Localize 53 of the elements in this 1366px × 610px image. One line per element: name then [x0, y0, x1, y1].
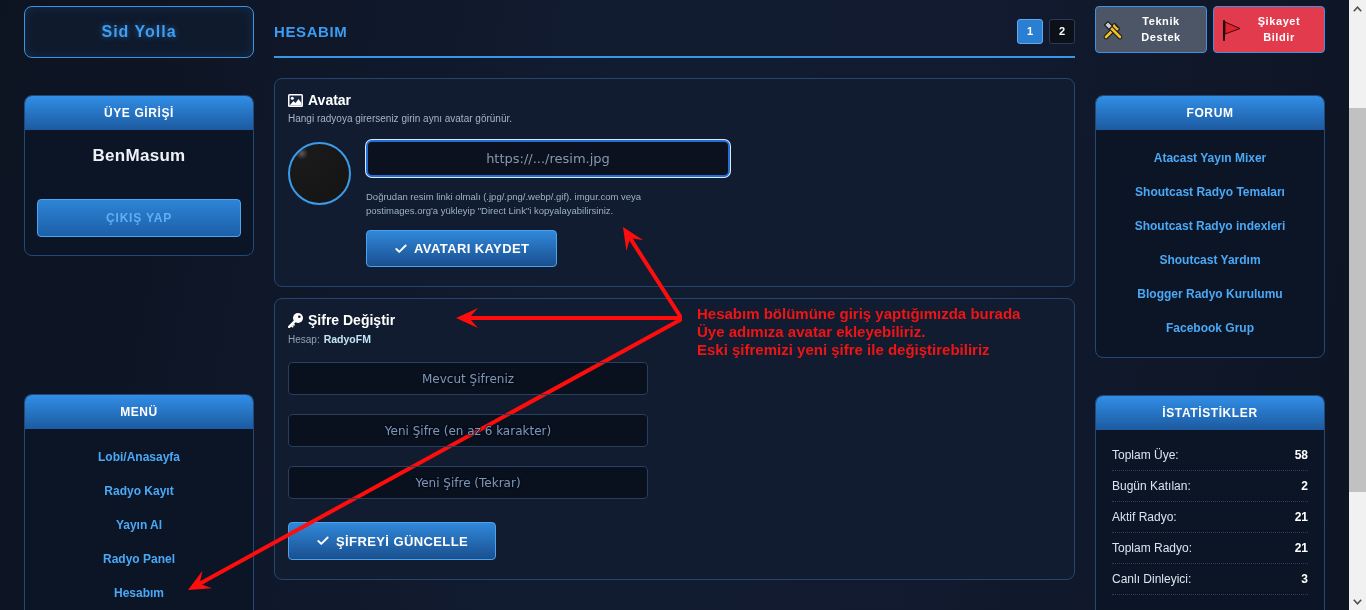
page-button[interactable]: 2	[1049, 18, 1075, 44]
stat-value: 3	[1301, 572, 1308, 586]
panel-header: İSTATİSTİKLER	[1096, 396, 1324, 430]
stat-value: 58	[1294, 448, 1308, 462]
support-button[interactable]: Teknik Destek	[1095, 6, 1207, 53]
forum-link[interactable]: Facebook Grup	[1166, 311, 1254, 345]
stat-label: Bugün Katılan:	[1112, 479, 1191, 493]
card-subtitle: Hangi radyoya girerseniz girin aynı avatar görünür.	[288, 112, 513, 125]
page-title: HESABIM	[274, 22, 348, 40]
card-title: Avatar	[308, 92, 352, 108]
account-name: RadyoFM	[323, 333, 371, 345]
chevron-up-icon[interactable]	[1353, 5, 1362, 12]
scrollbar-thumb[interactable]	[1349, 108, 1366, 492]
stat-label: Toplam Radyo:	[1112, 541, 1193, 555]
account-label: Hesap:	[288, 334, 320, 346]
save-avatar-button[interactable]: AVATARI KAYDET	[366, 230, 558, 267]
password-field[interactable]: Yeni Şifre (Tekrar)	[288, 466, 648, 499]
password-field[interactable]: Mevcut Şifreniz	[288, 362, 648, 395]
flag-icon	[1220, 18, 1242, 41]
stat-label: Toplam Üye:	[1112, 448, 1179, 462]
key-icon	[288, 312, 303, 328]
password-field[interactable]: Yeni Şifre (en az 6 karakter)	[288, 414, 648, 447]
page-button[interactable]: 1	[1017, 18, 1043, 44]
panel-header: ÜYE GİRİŞİ	[25, 96, 253, 130]
annotation-text: Hesabım bölümüne giriş yaptığımızda burada Üye adımıza avatar ekleyebiliriz. Eski şifremizi yeni şifre ile değiştirebiliriz	[697, 305, 1021, 359]
brand-logo[interactable]: Sid Yolla	[24, 6, 254, 58]
image-icon	[288, 93, 303, 107]
forum-link[interactable]: Blogger Radyo Kurulumu	[1137, 277, 1283, 311]
stat-value: 21	[1294, 541, 1308, 555]
stat-value: 2	[1301, 479, 1308, 493]
menu-link[interactable]: Lobi/Anasayfa	[98, 440, 180, 474]
panel-header: FORUM	[1096, 96, 1324, 130]
url-field[interactable]: https://.../resim.jpg	[366, 140, 730, 177]
stat-value: 21	[1294, 510, 1308, 524]
username: BenMasum	[92, 147, 186, 165]
stat-label: Aktif Radyo:	[1112, 510, 1177, 524]
menu-link[interactable]: Radyo Panel	[103, 542, 175, 576]
card-title: Şifre Değiştir	[308, 312, 396, 328]
report-button[interactable]: Şikayet Bildir	[1213, 6, 1325, 53]
check-icon	[316, 534, 330, 548]
help-text: Doğrudan resim linki olmalı (.jpg/.png/.webp/.gif). imgur.com veya postimages.org'a yükleyip "Direct Link"i kopyalayabilirsiniz.	[366, 190, 643, 218]
forum-link[interactable]: Atacast Yayın Mixer	[1153, 141, 1267, 175]
menu-link[interactable]: Yayın Al	[115, 508, 163, 542]
panel-header: MENÜ	[25, 395, 253, 429]
menu-link[interactable]: Radyo Kayıt	[104, 474, 174, 508]
forum-link[interactable]: Shoutcast Radyo Temaları	[1135, 175, 1285, 209]
forum-link[interactable]: Shoutcast Radyo indexleri	[1134, 209, 1286, 243]
stat-label: Canlı Dinleyici:	[1112, 572, 1192, 586]
menu-link[interactable]: Hesabım	[114, 576, 164, 610]
forum-link[interactable]: Shoutcast Yardım	[1159, 243, 1261, 277]
chevron-down-icon[interactable]	[1353, 598, 1362, 605]
update-password-button[interactable]: ŞİFREYİ GÜNCELLE	[288, 522, 497, 560]
tools-icon	[1102, 18, 1124, 41]
